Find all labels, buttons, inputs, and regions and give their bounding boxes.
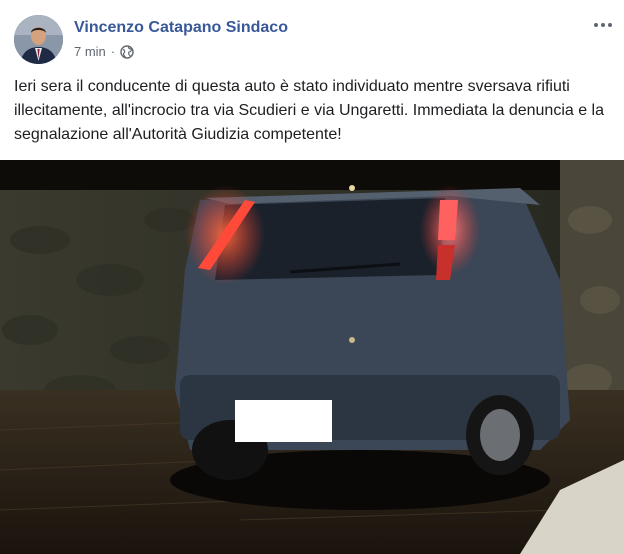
more-dot-icon bbox=[594, 23, 598, 27]
globe-icon[interactable] bbox=[120, 44, 134, 59]
more-dot-icon bbox=[601, 23, 605, 27]
post-text: Ieri sera il conducente di questa auto è… bbox=[14, 78, 605, 143]
timestamp-link[interactable]: 7 min bbox=[74, 44, 106, 59]
author-name-link[interactable]: Vincenzo Catapano Sindaco bbox=[74, 19, 288, 37]
post-photo[interactable] bbox=[0, 160, 624, 554]
more-options-button[interactable] bbox=[590, 15, 616, 35]
avatar[interactable] bbox=[14, 15, 63, 64]
more-dot-icon bbox=[608, 23, 612, 27]
post-meta: 7 min · bbox=[74, 44, 134, 59]
meta-separator: · bbox=[110, 44, 116, 59]
post-header: Vincenzo Catapano Sindaco 7 min · bbox=[0, 0, 624, 70]
avatar-photo bbox=[14, 15, 63, 64]
car-night-photo bbox=[0, 160, 624, 554]
